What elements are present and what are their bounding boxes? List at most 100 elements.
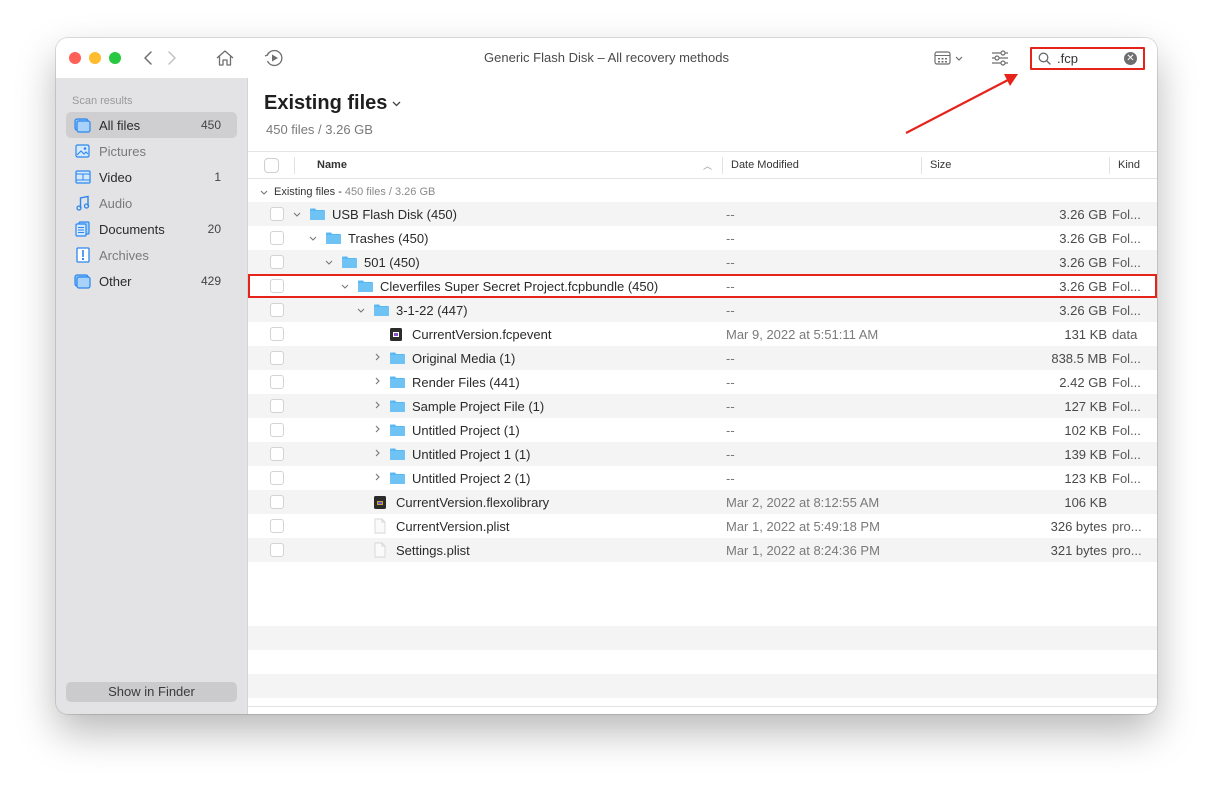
chevron-right-icon[interactable]	[371, 353, 383, 364]
column-divider[interactable]	[722, 157, 723, 174]
row-size: 2.42 GB	[1059, 375, 1107, 390]
row-name-cell: 501 (450)	[323, 250, 420, 274]
chevron-right-icon[interactable]	[371, 425, 383, 436]
filter-button[interactable]	[988, 46, 1012, 70]
column-divider[interactable]	[1109, 157, 1110, 174]
table-row[interactable]: Render Files (441) -- 2.42 GB Fol...	[248, 370, 1157, 394]
chevron-right-icon[interactable]	[371, 377, 383, 388]
row-kind: Fol...	[1112, 207, 1141, 222]
sidebar-item-audio[interactable]: Audio	[66, 190, 237, 216]
sidebar-item-archives[interactable]: Archives	[66, 242, 237, 268]
table-row[interactable]: Trashes (450) -- 3.26 GB Fol...	[248, 226, 1157, 250]
table-row[interactable]: Cleverfiles Super Secret Project.fcpbund…	[248, 274, 1157, 298]
chevron-right-icon[interactable]	[371, 473, 383, 484]
row-checkbox[interactable]	[270, 375, 284, 389]
row-size: 3.26 GB	[1059, 303, 1107, 318]
table-row[interactable]: 501 (450) -- 3.26 GB Fol...	[248, 250, 1157, 274]
chevron-down-icon[interactable]	[260, 187, 268, 197]
row-kind: Fol...	[1112, 303, 1141, 318]
row-date: --	[726, 399, 735, 414]
sidebar-item-other[interactable]: Other 429	[66, 268, 237, 294]
column-header-kind[interactable]: Kind	[1118, 159, 1140, 171]
row-checkbox[interactable]	[270, 303, 284, 317]
sidebar-item-documents[interactable]: Documents 20	[66, 216, 237, 242]
table-row[interactable]: USB Flash Disk (450) -- 3.26 GB Fol...	[248, 202, 1157, 226]
chevron-down-icon[interactable]	[323, 257, 335, 268]
chevron-right-icon[interactable]	[371, 401, 383, 412]
folder-icon	[389, 375, 406, 389]
row-checkbox[interactable]	[270, 495, 284, 509]
row-name: Untitled Project 2 (1)	[412, 470, 531, 486]
row-checkbox[interactable]	[270, 519, 284, 533]
close-window-button[interactable]	[69, 52, 81, 64]
folder-icon	[389, 471, 406, 485]
row-kind: Fol...	[1112, 351, 1141, 366]
chevron-right-icon[interactable]	[371, 449, 383, 460]
row-checkbox[interactable]	[270, 351, 284, 365]
view-options-button[interactable]	[932, 46, 968, 70]
chevron-down-icon[interactable]	[355, 305, 367, 316]
audio-icon	[74, 195, 91, 211]
home-button[interactable]	[213, 46, 237, 70]
row-checkbox[interactable]	[270, 327, 284, 341]
table-row[interactable]: Sample Project File (1) -- 127 KB Fol...	[248, 394, 1157, 418]
search-input[interactable]	[1057, 51, 1121, 66]
minimize-window-button[interactable]	[89, 52, 101, 64]
sidebar-item-video[interactable]: Video 1	[66, 164, 237, 190]
row-size: 3.26 GB	[1059, 279, 1107, 294]
column-header-date[interactable]: Date Modified	[731, 159, 799, 171]
row-checkbox[interactable]	[270, 447, 284, 461]
folder-icon	[389, 423, 406, 437]
documents-icon	[74, 221, 91, 237]
row-checkbox[interactable]	[270, 207, 284, 221]
forward-button[interactable]	[160, 46, 184, 70]
row-name: Original Media (1)	[412, 350, 516, 366]
back-button[interactable]	[136, 46, 160, 70]
chevron-down-icon[interactable]	[291, 209, 303, 220]
folder-icon	[357, 279, 374, 293]
sidebar-item-label: All files	[99, 117, 141, 133]
row-checkbox[interactable]	[270, 231, 284, 245]
row-checkbox[interactable]	[270, 543, 284, 557]
column-divider[interactable]	[921, 157, 922, 174]
row-checkbox[interactable]	[270, 255, 284, 269]
sidebar-item-all-files[interactable]: All files 450	[66, 112, 237, 138]
row-name-cell: CurrentVersion.flexolibrary	[355, 490, 549, 514]
row-checkbox[interactable]	[270, 399, 284, 413]
main-panel: Existing files 450 files / 3.26 GB Name …	[248, 78, 1157, 714]
chevron-down-icon[interactable]	[307, 233, 319, 244]
table-row[interactable]: Untitled Project 1 (1) -- 139 KB Fol...	[248, 442, 1157, 466]
table-row[interactable]: Untitled Project (1) -- 102 KB Fol...	[248, 418, 1157, 442]
folder-icon	[389, 447, 406, 461]
sidebar-item-label: Archives	[99, 247, 149, 263]
select-all-checkbox[interactable]	[264, 158, 279, 173]
row-checkbox[interactable]	[270, 279, 284, 293]
table-row[interactable]: 3-1-22 (447) -- 3.26 GB Fol...	[248, 298, 1157, 322]
search-field[interactable]: ✕	[1030, 47, 1145, 70]
row-name-cell: Settings.plist	[355, 538, 470, 562]
row-checkbox[interactable]	[270, 471, 284, 485]
table-row[interactable]: CurrentVersion.plist Mar 1, 2022 at 5:49:…	[248, 514, 1157, 538]
row-kind: Fol...	[1112, 471, 1141, 486]
table-row[interactable]: Original Media (1) -- 838.5 MB Fol...	[248, 346, 1157, 370]
row-name: Settings.plist	[396, 542, 470, 558]
row-name: USB Flash Disk (450)	[332, 206, 457, 222]
page-title-dropdown[interactable]: Existing files	[264, 92, 401, 115]
row-name-cell: Cleverfiles Super Secret Project.fcpbund…	[339, 274, 658, 298]
sidebar-item-pictures[interactable]: Pictures	[66, 138, 237, 164]
row-checkbox[interactable]	[270, 423, 284, 437]
table-row[interactable]: CurrentVersion.flexolibrary Mar 2, 2022 a…	[248, 490, 1157, 514]
table-row[interactable]: Settings.plist Mar 1, 2022 at 8:24:36 PM 3…	[248, 538, 1157, 562]
column-header-name[interactable]: Name	[317, 159, 347, 171]
zoom-window-button[interactable]	[109, 52, 121, 64]
table-row[interactable]: Untitled Project 2 (1) -- 123 KB Fol...	[248, 466, 1157, 490]
table-row[interactable]: CurrentVersion.fcpevent Mar 9, 2022 at 5:…	[248, 322, 1157, 346]
clear-circle-icon[interactable]: ✕	[1124, 52, 1137, 65]
chevron-left-icon	[144, 51, 152, 65]
column-header-size[interactable]: Size	[930, 159, 951, 171]
row-date: --	[726, 279, 735, 294]
chevron-down-icon[interactable]	[339, 281, 351, 292]
show-in-finder-button[interactable]: Show in Finder	[66, 682, 237, 702]
row-name-cell: Original Media (1)	[371, 346, 515, 370]
resume-scan-button[interactable]	[262, 46, 286, 70]
